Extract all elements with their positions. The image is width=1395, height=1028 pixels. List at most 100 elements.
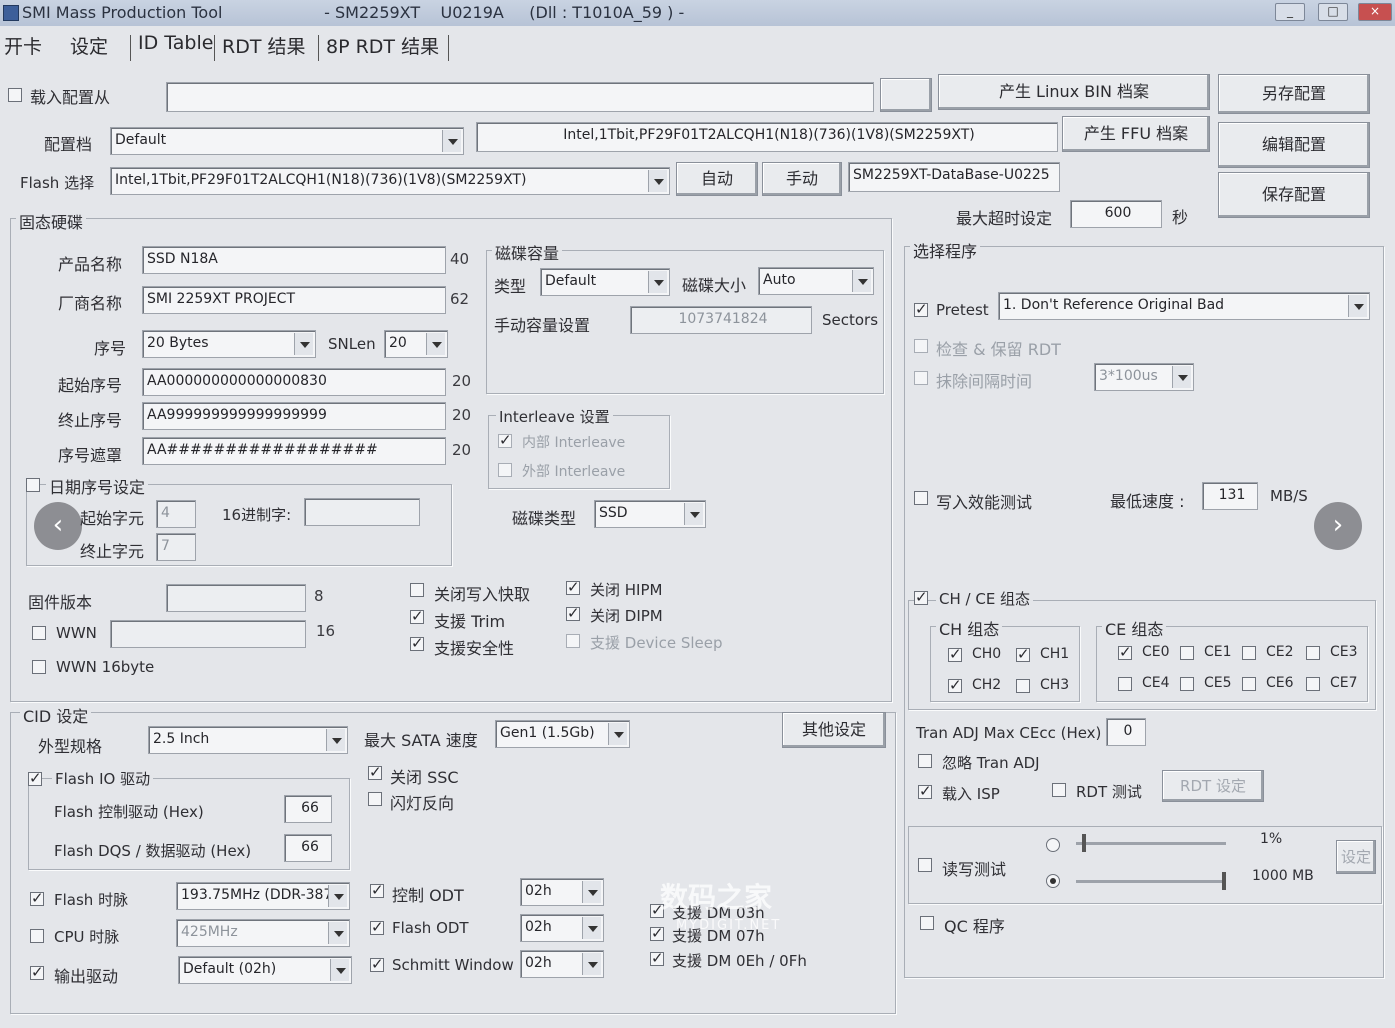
rw-setting-button[interactable]: 设定	[1336, 840, 1376, 874]
edit-config-button[interactable]: 编辑配置	[1218, 122, 1370, 168]
ch3-checkbox[interactable]	[1016, 679, 1030, 693]
percent-slider-thumb[interactable]	[1082, 834, 1086, 852]
ce5-checkbox[interactable]	[1180, 677, 1194, 691]
tab-settings[interactable]: 设定	[70, 32, 108, 59]
support-trim-checkbox[interactable]	[410, 607, 424, 625]
close-icon[interactable]: ×	[1358, 3, 1392, 21]
ce1-checkbox[interactable]	[1180, 646, 1194, 660]
sn-mask-input[interactable]: AA##################	[142, 437, 446, 465]
dm07-checkbox[interactable]	[650, 924, 664, 942]
device-sleep-checkbox[interactable]	[566, 634, 580, 648]
auto-button[interactable]: 自动	[676, 162, 758, 196]
manual-capacity-input[interactable]: 1073741824	[630, 306, 812, 334]
ctrl-odt-select[interactable]: 02h	[520, 878, 604, 906]
tab-8p-rdt-result[interactable]: 8P RDT 结果	[326, 32, 439, 59]
dm0e-checkbox[interactable]	[650, 949, 664, 967]
chce-checkbox[interactable]	[914, 588, 928, 606]
wwn-checkbox[interactable]	[32, 626, 46, 640]
pretest-select[interactable]: 1. Don't Reference Original Bad	[998, 292, 1370, 320]
fw-version-input[interactable]	[166, 584, 306, 612]
flash-select[interactable]: Intel,1Tbit,PF29F01T2ALCQH1(N18)(736)(1V…	[110, 167, 670, 195]
snlen-select[interactable]: 20	[384, 330, 448, 358]
ce7-checkbox[interactable]	[1306, 677, 1320, 691]
mb-slider-thumb[interactable]	[1222, 872, 1226, 890]
tab-rdt-result[interactable]: RDT 结果	[222, 32, 305, 59]
end-char-input[interactable]: 7	[156, 533, 196, 561]
flash-dqs-input[interactable]: 66	[284, 834, 332, 862]
config-select[interactable]: Default	[110, 127, 464, 155]
maximize-icon[interactable]: □	[1318, 3, 1348, 21]
cpu-clock-select[interactable]: 425MHz	[176, 919, 350, 947]
disable-hipm-checkbox[interactable]	[566, 578, 580, 596]
disk-size-select[interactable]: Auto	[758, 267, 874, 295]
write-perf-checkbox[interactable]	[914, 491, 928, 505]
tab-id-table[interactable]: ID Table	[138, 32, 213, 54]
ch2-checkbox[interactable]	[948, 676, 962, 694]
disk-type-select[interactable]: SSD	[594, 500, 706, 528]
ctrl-odt-checkbox[interactable]	[370, 881, 384, 899]
ch1-checkbox[interactable]	[1016, 645, 1030, 663]
capacity-type-select[interactable]: Default	[540, 268, 670, 296]
save-config-button[interactable]: 保存配置	[1218, 172, 1370, 218]
wwn16-checkbox[interactable]	[32, 660, 46, 674]
hex-input[interactable]	[304, 498, 420, 526]
output-drive-checkbox[interactable]	[30, 963, 44, 981]
flash-odt-checkbox[interactable]	[370, 918, 384, 936]
support-security-checkbox[interactable]	[410, 634, 424, 652]
ch0-checkbox[interactable]	[948, 645, 962, 663]
rw-test-checkbox[interactable]	[918, 858, 932, 872]
pretest-checkbox[interactable]	[914, 300, 928, 318]
ce2-checkbox[interactable]	[1242, 646, 1256, 660]
ignore-tran-adj-checkbox[interactable]	[918, 754, 932, 768]
schmitt-checkbox[interactable]	[370, 955, 384, 973]
erase-interval-select[interactable]: 3*100us	[1094, 363, 1194, 391]
mb-radio[interactable]	[1046, 874, 1060, 888]
form-factor-select[interactable]: 2.5 Inch	[148, 726, 348, 754]
flash-io-checkbox[interactable]	[28, 769, 42, 787]
flash-clock-select[interactable]: 193.75MHz (DDR-387	[176, 882, 350, 910]
mb-slider[interactable]	[1076, 880, 1226, 883]
external-interleave-checkbox[interactable]	[498, 463, 512, 477]
serial-select[interactable]: 20 Bytes	[142, 330, 316, 358]
internal-interleave-checkbox[interactable]	[498, 431, 512, 449]
other-settings-button[interactable]: 其他设定	[782, 712, 886, 748]
date-sn-checkbox[interactable]	[26, 478, 40, 492]
prev-arrow-button[interactable]: ‹	[34, 502, 82, 550]
min-speed-input[interactable]: 131	[1202, 482, 1258, 510]
ce6-checkbox[interactable]	[1242, 677, 1256, 691]
load-config-path[interactable]	[166, 82, 874, 112]
vendor-input[interactable]: SMI 2259XT PROJECT	[142, 286, 446, 314]
load-config-checkbox[interactable]	[8, 88, 22, 102]
percent-slider[interactable]	[1076, 842, 1226, 845]
timeout-input[interactable]: 600	[1070, 200, 1162, 228]
product-name-input[interactable]: SSD N18A	[142, 246, 446, 274]
browse-button[interactable]	[880, 78, 932, 112]
save-as-config-button[interactable]: 另存配置	[1218, 74, 1370, 114]
flash-odt-select[interactable]: 02h	[520, 914, 604, 942]
check-rdt-checkbox[interactable]	[914, 339, 928, 353]
led-reverse-checkbox[interactable]	[368, 792, 382, 806]
gen-linux-bin-button[interactable]: 产生 Linux BIN 档案	[938, 74, 1210, 110]
flash-clock-checkbox[interactable]	[30, 889, 44, 907]
disable-dipm-checkbox[interactable]	[566, 604, 580, 622]
next-arrow-button[interactable]: ›	[1314, 502, 1362, 550]
gen-ffu-button[interactable]: 产生 FFU 档案	[1062, 116, 1210, 152]
ce4-checkbox[interactable]	[1118, 677, 1132, 691]
minimize-icon[interactable]: _	[1275, 3, 1305, 21]
cpu-clock-checkbox[interactable]	[30, 929, 44, 943]
wwn-input[interactable]	[110, 620, 306, 648]
tran-adj-input[interactable]: 0	[1106, 718, 1146, 746]
max-sata-select[interactable]: Gen1 (1.5Gb)	[495, 720, 630, 748]
manual-button[interactable]: 手动	[762, 162, 842, 196]
disable-ssc-checkbox[interactable]	[368, 763, 382, 781]
flash-ctrl-input[interactable]: 66	[284, 795, 332, 823]
ce0-checkbox[interactable]	[1118, 643, 1132, 661]
tab-open-card[interactable]: 开卡	[4, 32, 42, 59]
start-char-input[interactable]: 4	[156, 500, 196, 528]
qc-checkbox[interactable]	[920, 916, 934, 930]
rdt-test-checkbox[interactable]	[1052, 783, 1066, 797]
rdt-setting-button[interactable]: RDT 设定	[1162, 770, 1264, 802]
schmitt-select[interactable]: 02h	[520, 950, 604, 978]
end-sn-input[interactable]: AA999999999999999999	[142, 402, 446, 430]
ce3-checkbox[interactable]	[1306, 646, 1320, 660]
